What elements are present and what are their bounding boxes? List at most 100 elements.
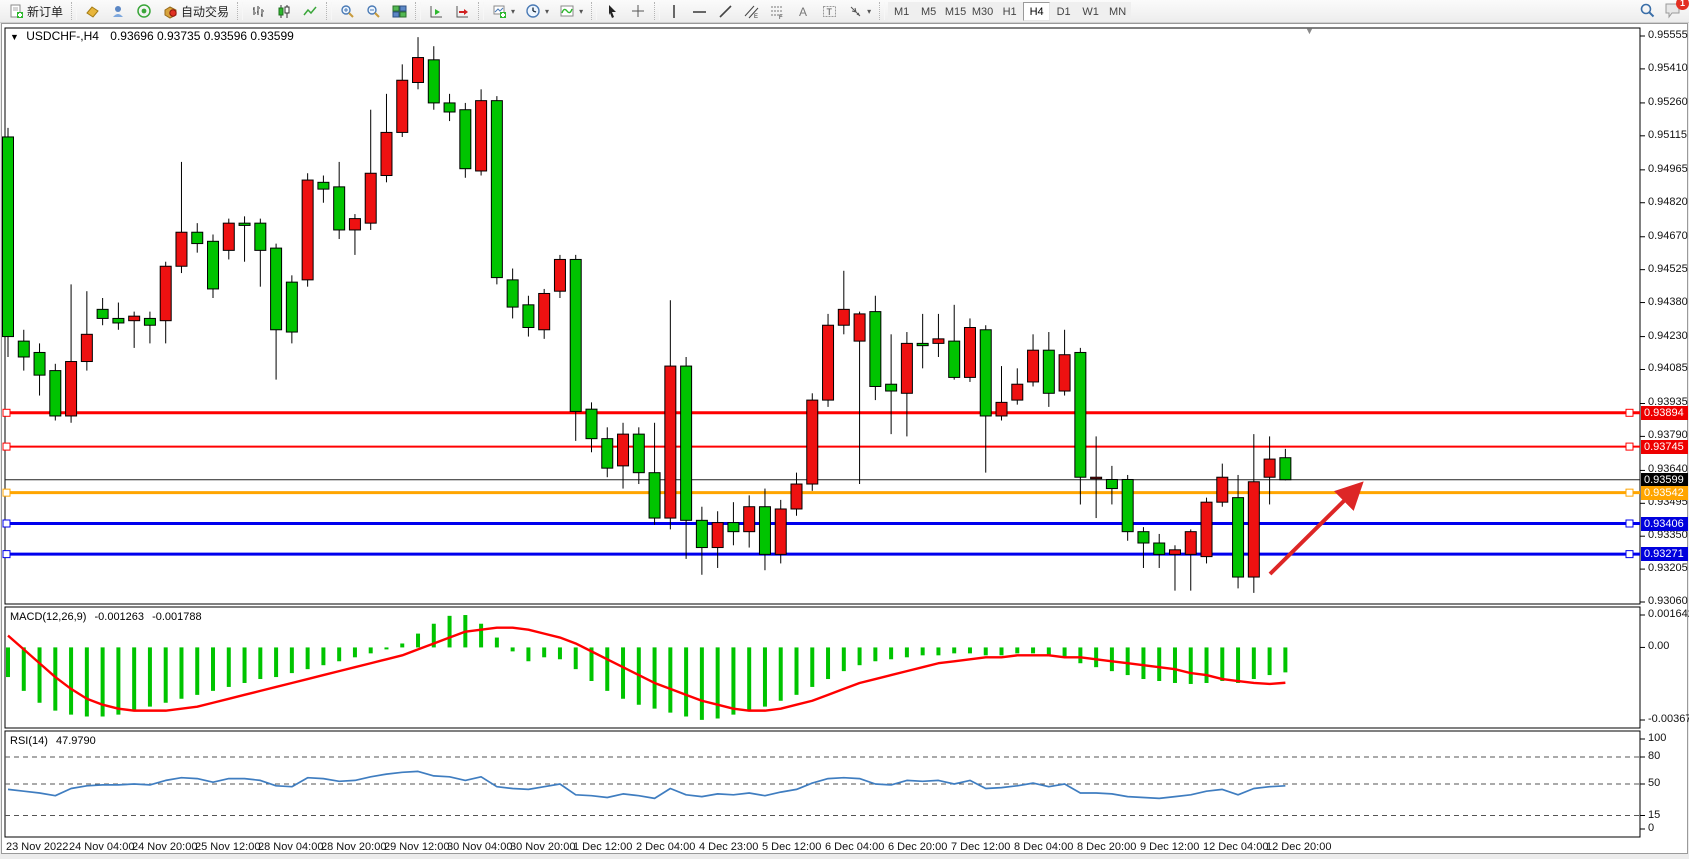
- candle-up[interactable]: [665, 366, 676, 518]
- candle-down[interactable]: [602, 439, 613, 468]
- candle-up[interactable]: [129, 316, 140, 321]
- candle-down[interactable]: [917, 343, 928, 345]
- search-icon[interactable]: [1638, 1, 1656, 24]
- candle-down[interactable]: [144, 318, 155, 325]
- candle-down[interactable]: [696, 520, 707, 547]
- candle-up[interactable]: [933, 339, 944, 344]
- profiles-button[interactable]: [80, 1, 105, 22]
- candle-down[interactable]: [97, 309, 108, 318]
- candle-down[interactable]: [1154, 543, 1165, 554]
- candle-up[interactable]: [302, 180, 313, 280]
- candle-down[interactable]: [271, 248, 282, 330]
- timeframe-button-w1[interactable]: W1: [1077, 2, 1104, 21]
- candle-up[interactable]: [838, 309, 849, 325]
- candle-down[interactable]: [1106, 479, 1117, 488]
- bar-chart-button[interactable]: [246, 1, 271, 22]
- candle-up[interactable]: [996, 402, 1007, 416]
- text-label-button[interactable]: T: [817, 1, 842, 22]
- candle-down[interactable]: [460, 110, 471, 169]
- zoom-in-button[interactable]: [335, 1, 360, 22]
- chart-shift-button[interactable]: [450, 1, 475, 22]
- candle-down[interactable]: [444, 103, 455, 112]
- crosshair-button[interactable]: [626, 1, 651, 22]
- candle-up[interactable]: [349, 219, 360, 230]
- candle-up[interactable]: [1028, 350, 1039, 382]
- candle-up[interactable]: [712, 523, 723, 548]
- candle-up[interactable]: [176, 232, 187, 266]
- timeframe-button-mn[interactable]: MN: [1104, 2, 1131, 21]
- candle-down[interactable]: [34, 352, 45, 375]
- chart-shift-marker[interactable]: ▼: [1305, 26, 1314, 36]
- chart-canvas[interactable]: [0, 0, 1689, 859]
- trend-arrow[interactable]: [1270, 487, 1358, 574]
- candle-up[interactable]: [476, 101, 487, 171]
- cursor-button[interactable]: [600, 1, 625, 22]
- candle-up[interactable]: [160, 266, 171, 320]
- timeframe-button-m15[interactable]: M15: [942, 2, 969, 21]
- candle-down[interactable]: [18, 341, 29, 357]
- candle-up[interactable]: [413, 58, 424, 83]
- candle-up[interactable]: [1201, 502, 1212, 556]
- candle-down[interactable]: [428, 60, 439, 103]
- candle-up[interactable]: [1059, 355, 1070, 391]
- line-anchor[interactable]: [3, 409, 10, 416]
- zoom-out-button[interactable]: [361, 1, 386, 22]
- candle-up[interactable]: [554, 259, 565, 291]
- strategy-tester-button[interactable]: [132, 1, 157, 22]
- candle-down[interactable]: [491, 101, 502, 278]
- fibonacci-button[interactable]: F: [765, 1, 790, 22]
- indicators-button[interactable]: ▾: [555, 1, 588, 22]
- candle-down[interactable]: [192, 232, 203, 243]
- new-chart-button[interactable]: ▾: [487, 1, 520, 22]
- candle-down[interactable]: [255, 223, 266, 250]
- candle-down[interactable]: [728, 523, 739, 532]
- terminal-button[interactable]: [106, 1, 131, 22]
- candle-down[interactable]: [113, 318, 124, 323]
- candle-down[interactable]: [649, 473, 660, 518]
- candle-down[interactable]: [507, 280, 518, 307]
- line-anchor[interactable]: [3, 489, 10, 496]
- candle-down[interactable]: [3, 137, 14, 337]
- candle-up[interactable]: [823, 325, 834, 400]
- candle-down[interactable]: [1122, 479, 1133, 531]
- candle-up[interactable]: [744, 507, 755, 532]
- candle-up[interactable]: [901, 343, 912, 393]
- candle-up[interactable]: [1217, 477, 1228, 502]
- candle-up[interactable]: [81, 334, 92, 361]
- candle-down[interactable]: [1043, 350, 1054, 393]
- candle-up[interactable]: [365, 173, 376, 223]
- line-anchor[interactable]: [3, 551, 10, 558]
- candle-down[interactable]: [50, 371, 61, 416]
- horizontal-line-button[interactable]: [687, 1, 712, 22]
- line-anchor[interactable]: [3, 520, 10, 527]
- timeframe-button-h4[interactable]: H4: [1023, 2, 1050, 21]
- line-anchor[interactable]: [3, 443, 10, 450]
- candle-up[interactable]: [1091, 477, 1102, 479]
- trendline-button[interactable]: [713, 1, 738, 22]
- candle-up[interactable]: [807, 400, 818, 484]
- new-order-button[interactable]: 新订单: [4, 1, 68, 22]
- candle-up[interactable]: [66, 362, 77, 416]
- symbol-dropdown-icon[interactable]: ▼: [10, 32, 19, 42]
- notifications-icon[interactable]: 1: [1664, 1, 1683, 24]
- candle-down[interactable]: [318, 182, 329, 189]
- timeframe-button-h1[interactable]: H1: [996, 2, 1023, 21]
- text-button[interactable]: A: [791, 1, 816, 22]
- candle-down[interactable]: [523, 305, 534, 328]
- candle-down[interactable]: [886, 384, 897, 391]
- line-anchor[interactable]: [1626, 489, 1633, 496]
- candle-up[interactable]: [854, 314, 865, 341]
- timeframe-button-m5[interactable]: M5: [915, 2, 942, 21]
- candle-down[interactable]: [1280, 458, 1291, 480]
- candle-down[interactable]: [1233, 498, 1244, 577]
- candle-down[interactable]: [980, 330, 991, 416]
- candle-down[interactable]: [759, 507, 770, 555]
- candle-up[interactable]: [397, 80, 408, 132]
- candle-down[interactable]: [949, 341, 960, 377]
- tile-windows-button[interactable]: [387, 1, 412, 22]
- line-anchor[interactable]: [1626, 520, 1633, 527]
- periods-button[interactable]: ▾: [521, 1, 554, 22]
- vertical-line-button[interactable]: [663, 1, 686, 22]
- candle-down[interactable]: [870, 312, 881, 387]
- candle-up[interactable]: [964, 328, 975, 378]
